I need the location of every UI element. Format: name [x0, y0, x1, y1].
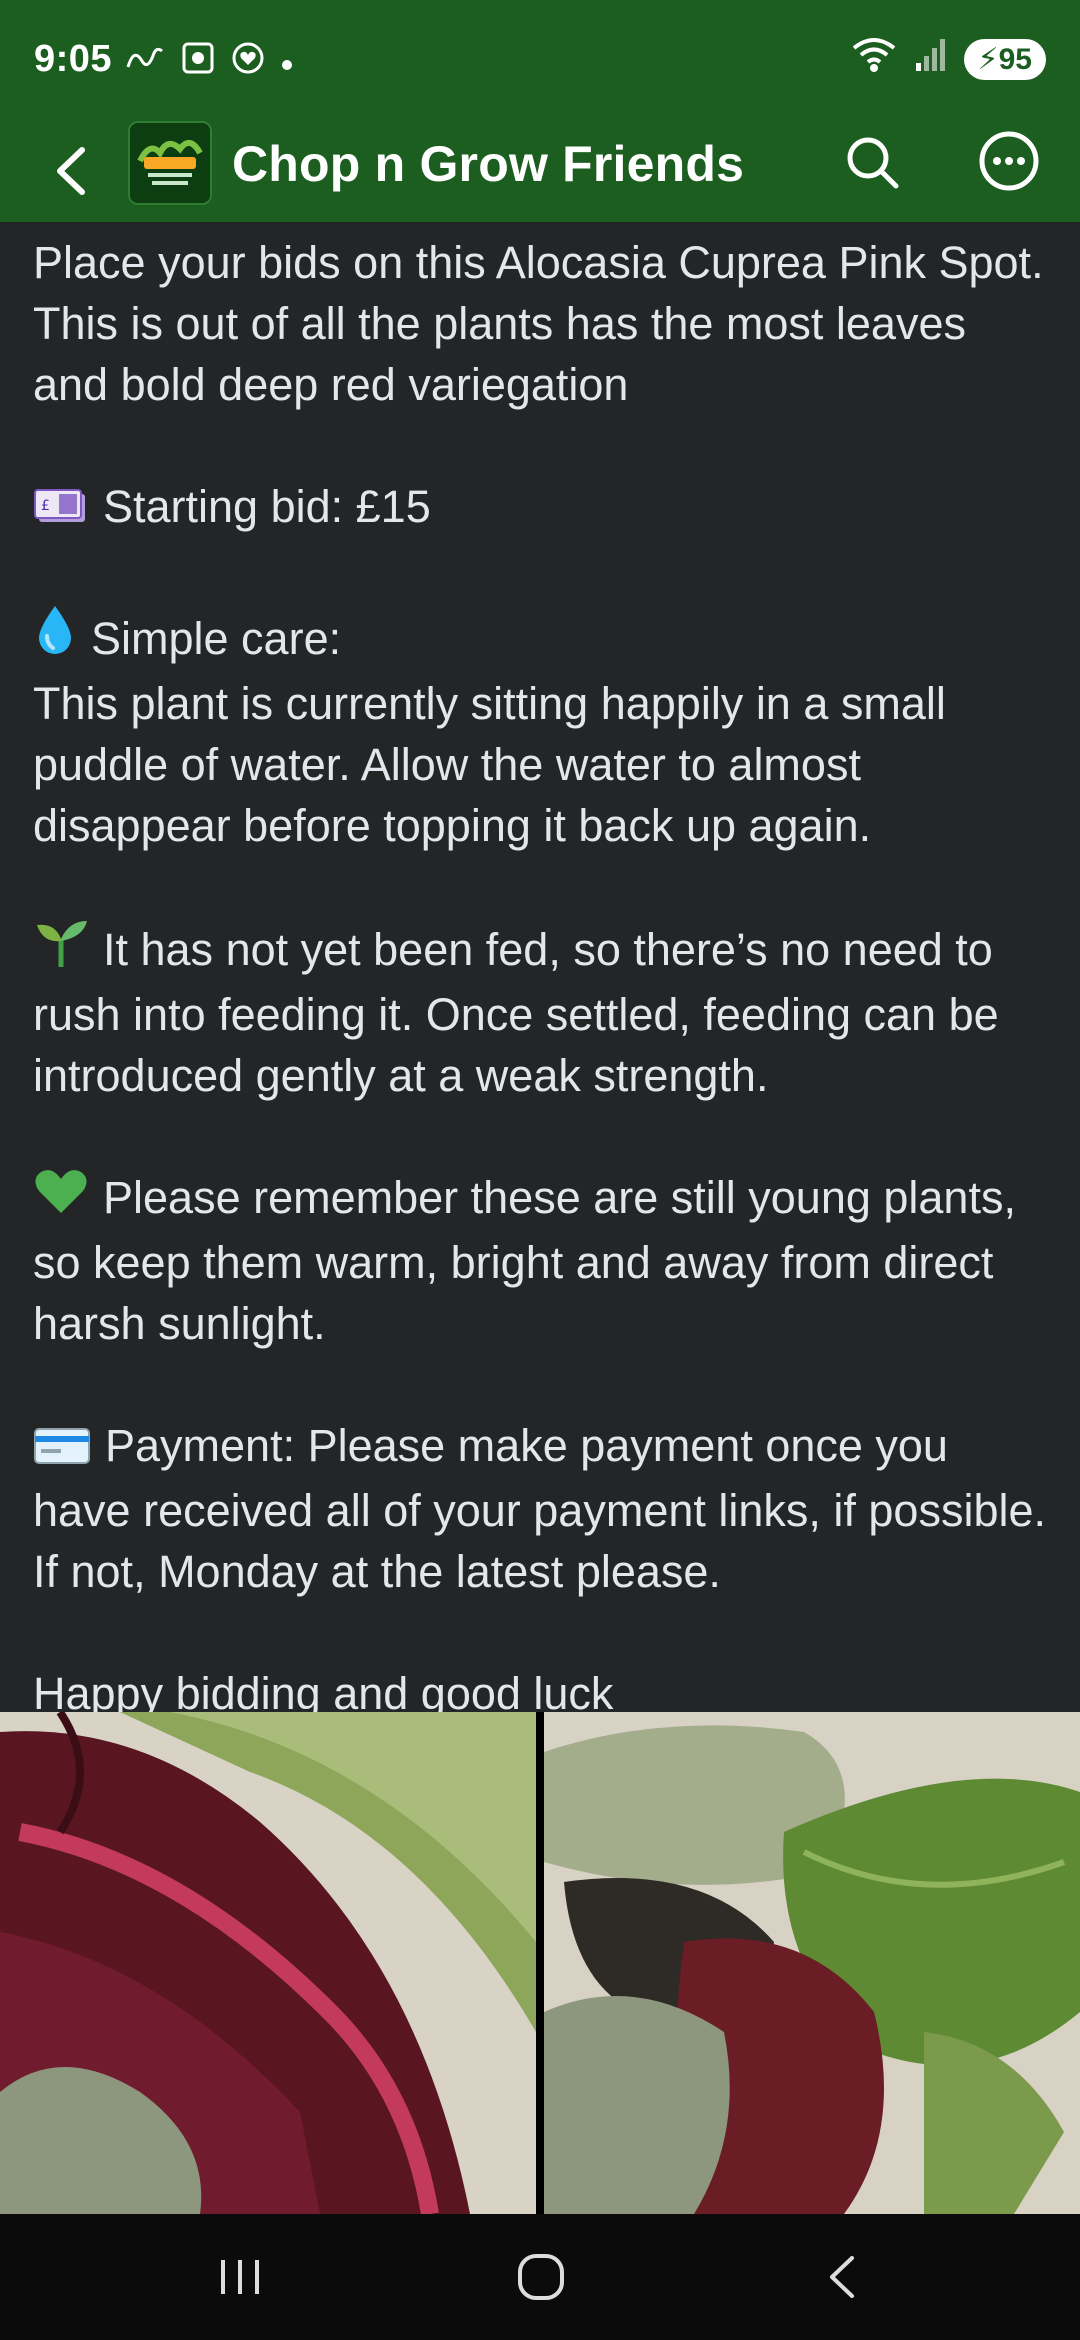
care-title-line: Simple care:	[33, 602, 1053, 673]
starting-bid-text: Starting bid: £15	[103, 481, 431, 532]
pound-banknote-icon: £	[33, 480, 89, 541]
plant-photo-2[interactable]	[544, 1712, 1080, 2214]
recent-apps-button[interactable]	[205, 2242, 275, 2312]
back-button[interactable]	[38, 136, 108, 206]
wifi-icon	[850, 34, 898, 84]
feeding-text: It has not yet been fed, so there’s no n…	[33, 924, 999, 1101]
care-text: This plant is currently sitting happily …	[33, 678, 946, 851]
home-icon	[518, 2254, 564, 2300]
payment-paragraph: Payment: Please make payment once you ha…	[33, 1415, 1053, 1602]
credit-card-icon	[33, 1419, 91, 1480]
more-options-button[interactable]	[978, 130, 1040, 192]
svg-text:£: £	[41, 498, 50, 514]
group-avatar[interactable]	[128, 121, 212, 205]
post-intro: Place your bids on this Alocasia Cuprea …	[33, 237, 1044, 410]
post-body: Place your bids on this Alocasia Cuprea …	[33, 232, 1053, 1724]
battery-indicator: ⚡95	[963, 38, 1046, 80]
chevron-left-icon	[57, 147, 85, 195]
system-navigation-bar	[0, 2214, 1080, 2340]
plant-leaf-image	[0, 1712, 536, 2214]
back-arrow-icon	[830, 2256, 854, 2298]
plant-leaf-image	[544, 1712, 1080, 2214]
payment-text: Payment: Please make payment once you ha…	[33, 1420, 1047, 1597]
seedling-icon	[33, 917, 89, 984]
group-logo-icon	[130, 123, 210, 203]
reminder-paragraph: Please remember these are still young pl…	[33, 1167, 1053, 1354]
starting-bid-line: £ Starting bid: £15	[33, 476, 1053, 541]
reminder-text: Please remember these are still young pl…	[33, 1172, 1016, 1349]
plant-photo-1[interactable]	[0, 1712, 536, 2214]
status-time: 9:05	[34, 38, 113, 80]
system-back-button[interactable]	[808, 2242, 878, 2312]
home-button[interactable]	[506, 2242, 576, 2312]
link-icon	[124, 41, 166, 81]
status-bar: 9:05 ⚡95	[0, 0, 1080, 120]
search-button[interactable]	[840, 130, 904, 194]
battery-level: 95	[998, 42, 1032, 76]
feeding-paragraph: It has not yet been fed, so there’s no n…	[33, 917, 1053, 1106]
status-system-icons: ⚡95	[850, 34, 1046, 84]
heart-badge-icon	[230, 40, 266, 82]
signal-icon	[914, 35, 948, 83]
post-photos	[0, 1712, 1080, 2214]
care-title: Simple care:	[91, 613, 342, 664]
droplet-icon	[33, 602, 77, 673]
green-heart-icon	[33, 1167, 89, 1232]
group-title[interactable]: Chop n Grow Friends	[232, 135, 744, 193]
recent-apps-icon	[221, 2260, 259, 2294]
dot-icon	[280, 44, 294, 78]
search-icon	[847, 137, 899, 189]
status-notification-icons	[124, 40, 294, 82]
more-horizontal-icon	[979, 131, 1039, 191]
screenshot-icon	[180, 40, 216, 82]
